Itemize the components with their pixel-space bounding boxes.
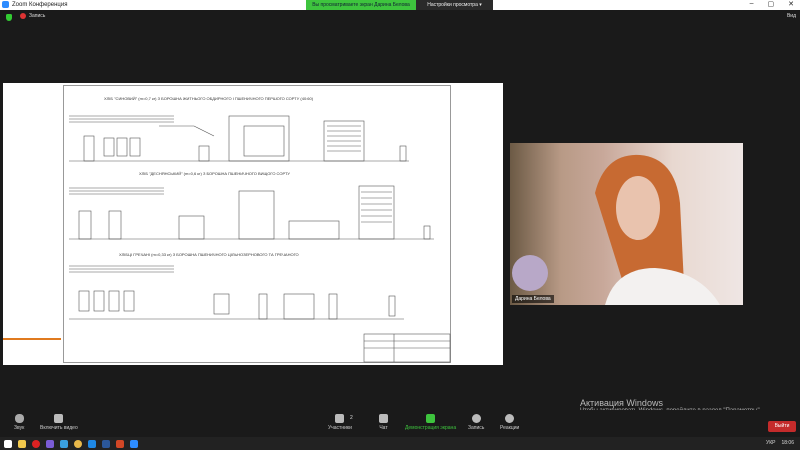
microphone-icon [14, 414, 24, 423]
chrome-icon[interactable] [74, 439, 82, 448]
shared-screen: ХЛІБ "СИНОВИЙ" (m=0,7 кг) З БОРОШНА ЖИТН… [3, 83, 503, 365]
participants-label: Участники [328, 425, 352, 431]
title-block [363, 333, 451, 363]
smiley-icon [505, 414, 515, 423]
technological-scheme: ХЛІБ "СИНОВИЙ" (m=0,7 кг) З БОРОШНА ЖИТН… [63, 85, 451, 363]
chat-icon [379, 414, 388, 423]
windows-start-icon[interactable] [4, 439, 12, 448]
video-label: Включить видео [40, 425, 78, 431]
audio-button[interactable]: Звук [14, 414, 24, 431]
record-icon [471, 414, 481, 423]
reactions-label: Реакции [500, 425, 520, 431]
participants-count: 2 [350, 415, 353, 421]
word-icon[interactable] [102, 439, 110, 448]
record-label: Запись [29, 13, 46, 19]
view-button[interactable]: Вид [787, 13, 796, 19]
zoom-taskbar-icon[interactable] [130, 439, 138, 448]
meeting-topbar: Запись Вид [0, 10, 800, 25]
recording-indicator[interactable]: Запись [20, 13, 45, 19]
participants-icon [335, 414, 345, 423]
record-button[interactable]: Запись [468, 414, 484, 431]
share-screen-icon [426, 414, 436, 423]
opera-icon[interactable] [32, 439, 40, 448]
meeting-toolbar: Звук Включить видео Участники 2 Чат Демо… [0, 410, 800, 437]
chat-button[interactable]: Чат [379, 414, 388, 431]
share-screen-button[interactable]: Демонстрация экрана [405, 414, 456, 431]
maximize-button[interactable]: ▢ [768, 0, 775, 8]
telegram-icon[interactable] [60, 439, 68, 448]
windows-taskbar [0, 437, 800, 450]
shield-icon[interactable] [6, 14, 12, 21]
clock[interactable]: 18:06 [781, 440, 794, 446]
scheme-drawing [69, 115, 451, 363]
line-3-equipment [69, 265, 404, 320]
sharing-banner: Вы просматриваете экран Дарина Белова [306, 0, 416, 10]
line-2-equipment [69, 185, 434, 240]
reactions-button[interactable]: Реакции [500, 414, 519, 431]
app-title: Zoom Конференция [2, 1, 67, 8]
record-label: Запись [468, 425, 485, 431]
audio-label: Звук [14, 425, 25, 431]
zoom-icon [2, 1, 9, 8]
file-explorer-icon[interactable] [18, 439, 26, 448]
video-off-icon [54, 414, 64, 423]
participants-button[interactable]: Участники [328, 414, 352, 431]
participant-figure [512, 154, 720, 305]
participant-name: Дарина Белова [512, 295, 554, 303]
window-titlebar: Zoom Конференция Вы просматриваете экран… [0, 0, 800, 10]
slide-accent-line [3, 338, 61, 340]
powerpoint-icon[interactable] [116, 439, 124, 448]
view-options-button[interactable]: Настройки просмотра ▾ [416, 0, 493, 10]
chat-label: Чат [379, 425, 388, 431]
window-title: Zoom Конференция [12, 1, 68, 8]
viber-icon[interactable] [46, 439, 54, 448]
language-indicator[interactable]: УКР [766, 440, 775, 446]
close-button[interactable]: ✕ [788, 0, 794, 8]
start-video-button[interactable]: Включить видео [40, 414, 78, 431]
edge-icon[interactable] [88, 439, 96, 448]
minimize-button[interactable]: – [750, 0, 754, 8]
leave-button[interactable]: Выйти [768, 421, 796, 432]
participant-video[interactable]: Дарина Белова [510, 143, 743, 305]
record-icon [20, 13, 26, 19]
line-1-equipment [69, 115, 409, 162]
system-tray: УКР 18:06 [766, 440, 794, 446]
watermark-title: Активация Windows [580, 398, 663, 408]
share-label: Демонстрация экрана [405, 425, 457, 431]
